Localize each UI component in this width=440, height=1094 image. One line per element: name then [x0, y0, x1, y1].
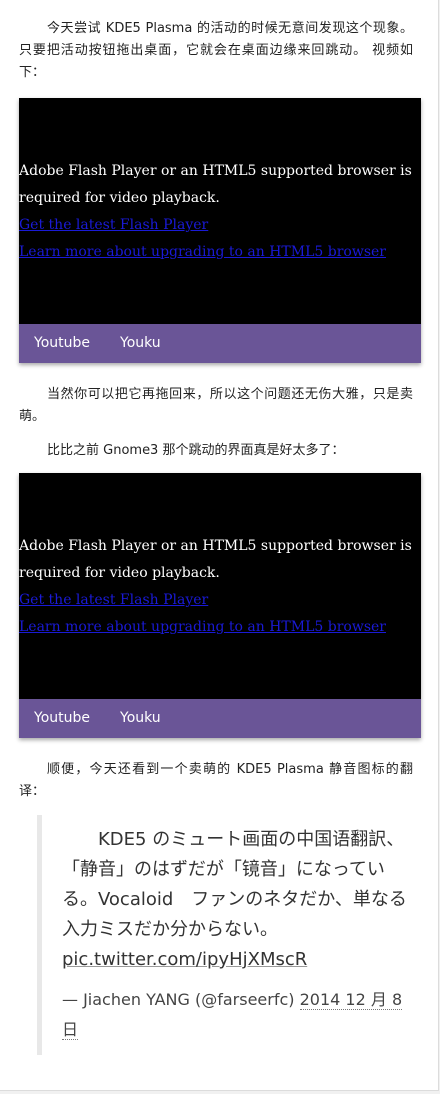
tweet-text: KDE5 のミュート画面の中国语翻訳、「静音」のはずだが「镜音」になっている。V… — [62, 825, 408, 975]
tab-youku[interactable]: Youku — [104, 699, 175, 738]
tweet-pic-link[interactable]: pic.twitter.com/ipyHjXMscR — [62, 949, 307, 970]
article-page: 今天尝试 KDE5 Plasma 的活动的时候无意间发现这个现象。只要把活动按钮… — [0, 0, 439, 1091]
upgrade-html5-link[interactable]: Learn more about upgrading to an HTML5 b… — [19, 614, 419, 641]
second-paragraph: 当然你可以把它再拖回来，所以这个问题还无伤大雅，只是卖萌。 — [19, 387, 413, 424]
tweet-body: KDE5 のミュート画面の中国语翻訳、「静音」のはずだが「镜音」になっている。V… — [62, 829, 407, 940]
flash-required-message: Adobe Flash Player or an HTML5 supported… — [19, 533, 419, 641]
third-paragraph: 比比之前 Gnome3 那个跳动的界面真是好太多了： — [47, 443, 345, 458]
video-source-tabs: Youtube Youku — [19, 699, 421, 738]
video-embed-2[interactable]: Adobe Flash Player or an HTML5 supported… — [19, 473, 421, 738]
upgrade-html5-link[interactable]: Learn more about upgrading to an HTML5 b… — [19, 239, 419, 266]
flash-required-message: Adobe Flash Player or an HTML5 supported… — [19, 158, 419, 266]
fourth-paragraph: 顺便，今天还看到一个卖萌的 KDE5 Plasma 静音图标的翻译： — [19, 762, 413, 799]
tab-youku[interactable]: Youku — [104, 324, 175, 363]
get-flash-link[interactable]: Get the latest Flash Player — [19, 587, 419, 614]
tab-youtube[interactable]: Youtube — [19, 324, 104, 363]
video-screen[interactable]: Adobe Flash Player or an HTML5 supported… — [19, 473, 421, 699]
message-line-2: required for video playback. — [19, 565, 220, 581]
video-screen[interactable]: Adobe Flash Player or an HTML5 supported… — [19, 98, 421, 324]
intro-paragraph: 今天尝试 KDE5 Plasma 的活动的时候无意间发现这个现象。只要把活动按钮… — [19, 21, 413, 80]
message-line-2: required for video playback. — [19, 190, 220, 206]
get-flash-link[interactable]: Get the latest Flash Player — [19, 212, 419, 239]
embedded-tweet: KDE5 のミュート画面の中国语翻訳、「静音」のはずだが「镜音」になっている。V… — [37, 815, 410, 1055]
tweet-attribution: — Jiachen YANG (@farseerfc) 2014 12 月 8 … — [62, 985, 408, 1045]
video-embed-1[interactable]: Adobe Flash Player or an HTML5 supported… — [19, 98, 421, 363]
video-source-tabs: Youtube Youku — [19, 324, 421, 363]
tweet-author: — Jiachen YANG (@farseerfc) — [62, 990, 295, 1009]
message-line-1: Adobe Flash Player or an HTML5 supported… — [19, 538, 412, 554]
message-line-1: Adobe Flash Player or an HTML5 supported… — [19, 163, 412, 179]
tab-youtube[interactable]: Youtube — [19, 699, 104, 738]
